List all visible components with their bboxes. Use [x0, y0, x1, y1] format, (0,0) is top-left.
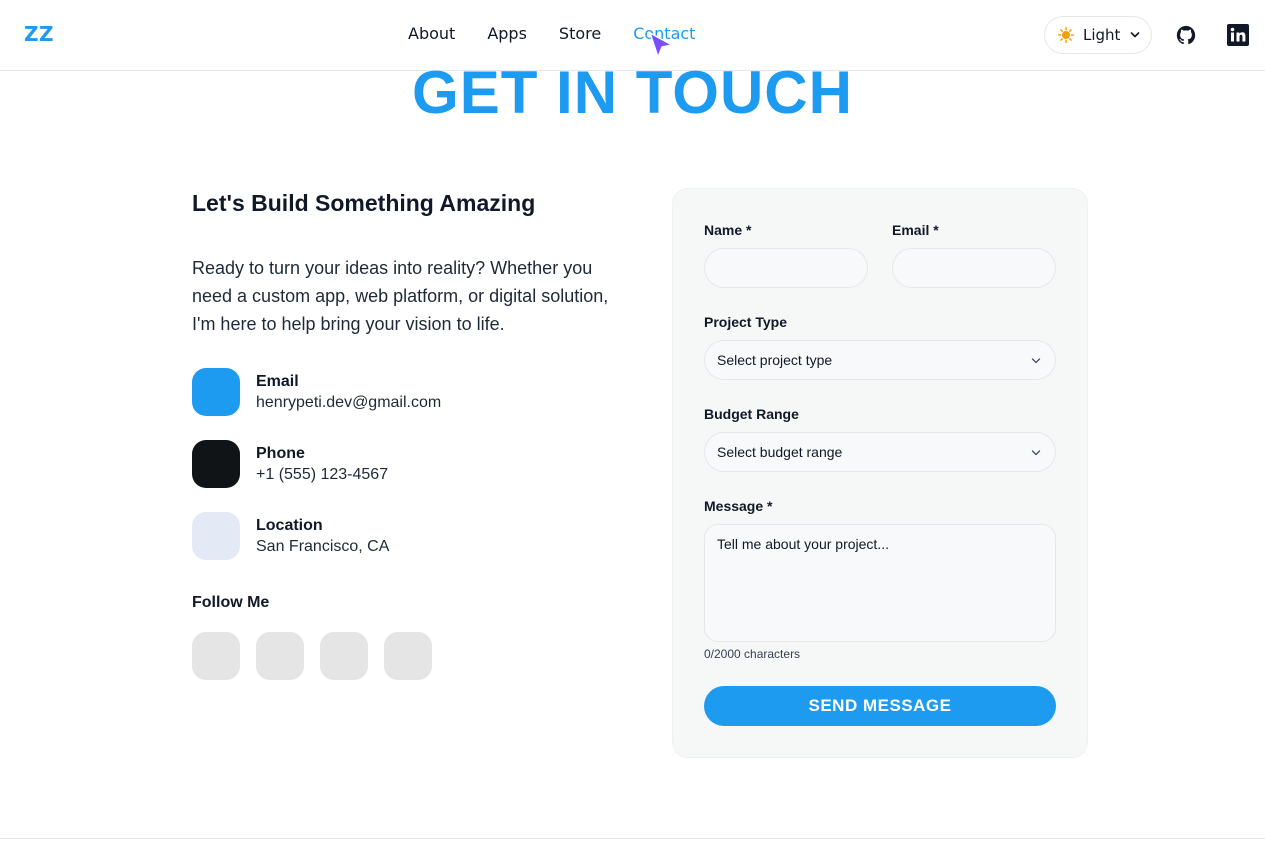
contact-phone-value[interactable]: +1 (555) 123-4567 [256, 466, 388, 484]
contact-email-label: Email [256, 372, 299, 390]
name-label: Name * [704, 222, 752, 238]
contact-phone-label: Phone [256, 444, 305, 462]
chevron-down-icon [1031, 358, 1041, 364]
contact-form: Name * Email * Project Type Select proje… [672, 188, 1088, 758]
social-links [192, 632, 432, 680]
contact-phone: Phone +1 (555) 123-4567 [192, 440, 388, 488]
social-link-3[interactable] [320, 632, 368, 680]
page-title: GET IN TOUCH [412, 59, 853, 126]
footer-divider [0, 838, 1265, 839]
contact-email: Email henrypeti.dev@gmail.com [192, 368, 441, 416]
email-label: Email * [892, 222, 939, 238]
message-label: Message * [704, 498, 773, 514]
char-count: 0/2000 characters [704, 647, 801, 661]
social-link-2[interactable] [256, 632, 304, 680]
chevron-down-icon [1031, 450, 1041, 456]
contact-email-value[interactable]: henrypeti.dev@gmail.com [256, 394, 441, 412]
theme-toggle-button[interactable]: Light [1044, 16, 1152, 54]
social-link-4[interactable] [384, 632, 432, 680]
follow-heading: Follow Me [192, 594, 270, 611]
phone-icon [192, 440, 240, 488]
theme-label: Light [1083, 26, 1121, 44]
contact-location-value: San Francisco, CA [256, 537, 390, 555]
project-type-value: Select project type [717, 352, 833, 368]
sun-icon [1058, 27, 1074, 43]
linkedin-icon[interactable] [1227, 24, 1249, 46]
mouse-cursor-icon [649, 32, 673, 58]
location-icon [192, 512, 240, 560]
name-field[interactable] [704, 248, 868, 288]
nav-apps[interactable]: Apps [487, 24, 527, 43]
send-message-button[interactable]: SEND MESSAGE [704, 686, 1056, 726]
budget-select[interactable]: Select budget range [704, 432, 1056, 472]
message-field[interactable]: Tell me about your project... [704, 524, 1056, 642]
github-icon[interactable] [1175, 24, 1197, 46]
budget-value: Select budget range [717, 444, 843, 460]
project-type-label: Project Type [704, 314, 787, 330]
project-type-select[interactable]: Select project type [704, 340, 1056, 380]
site-logo[interactable]: ZZ [24, 22, 54, 46]
email-icon [192, 368, 240, 416]
nav-store[interactable]: Store [559, 24, 601, 43]
chevron-down-icon [1131, 32, 1140, 38]
social-link-1[interactable] [192, 632, 240, 680]
contact-location-label: Location [256, 516, 323, 534]
intro-heading: Let's Build Something Amazing [192, 190, 536, 216]
nav-about[interactable]: About [408, 24, 455, 43]
email-field[interactable] [892, 248, 1056, 288]
intro-text: Ready to turn your ideas into reality? W… [192, 258, 609, 334]
message-placeholder: Tell me about your project... [717, 536, 889, 552]
contact-location: Location San Francisco, CA [192, 512, 389, 560]
budget-label: Budget Range [704, 406, 799, 422]
